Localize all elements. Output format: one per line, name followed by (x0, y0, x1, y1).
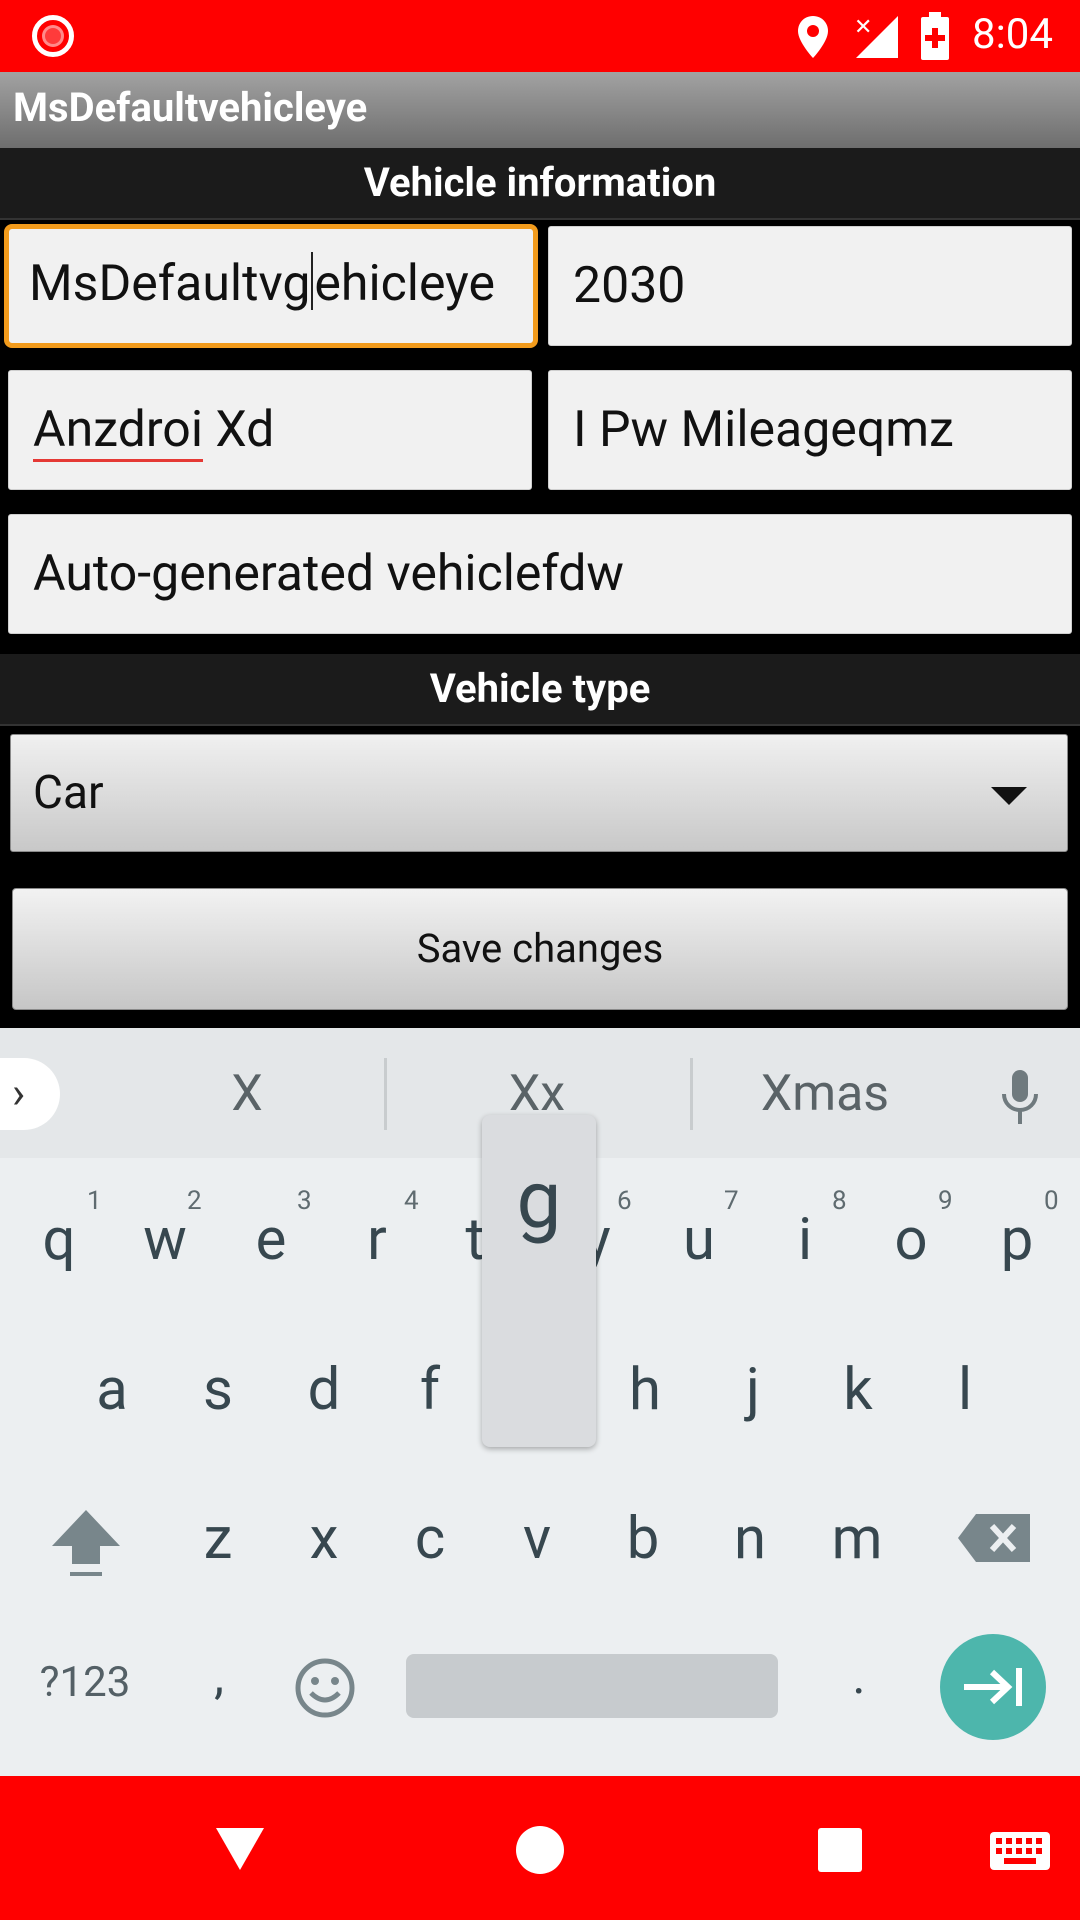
key-h[interactable]: h (600, 1356, 690, 1424)
recents-icon[interactable] (816, 1826, 864, 1874)
key-r[interactable]: r (332, 1206, 422, 1274)
key-o[interactable]: o (866, 1206, 956, 1274)
tab-next-icon (964, 1668, 1022, 1706)
suggestion-3[interactable]: Xmas (680, 1065, 970, 1123)
home-icon[interactable] (514, 1824, 566, 1876)
keyboard-switch-icon[interactable] (988, 1830, 1052, 1872)
key-z[interactable]: z (173, 1505, 263, 1573)
backspace-icon[interactable] (956, 1510, 1032, 1566)
app-bar: MsDefaultvehicleye (0, 72, 1080, 148)
vehicle-name-field[interactable]: MsDefaultvgehicleye (4, 224, 538, 348)
key-m[interactable]: m (812, 1505, 902, 1573)
key-x[interactable]: x (279, 1505, 369, 1573)
key-p[interactable]: p (972, 1206, 1062, 1274)
signal-icon: ✕ (854, 14, 898, 58)
suggestion-1[interactable]: X (102, 1065, 392, 1123)
key-l[interactable]: l (920, 1356, 1010, 1424)
key-w[interactable]: w (120, 1206, 210, 1274)
vehicle-name-text: MsDefaultvg (29, 255, 311, 313)
suggestion-divider (384, 1058, 387, 1130)
vehicle-type-dropdown[interactable]: Car (10, 734, 1068, 852)
status-bar (0, 0, 1080, 72)
status-time: 8:04 (972, 10, 1053, 59)
location-icon (798, 16, 828, 58)
key-preview-popup: g (482, 1115, 596, 1447)
key-c[interactable]: c (385, 1505, 475, 1573)
key-i[interactable]: i (760, 1206, 850, 1274)
symbols-key[interactable]: ?123 (30, 1658, 140, 1707)
emoji-icon[interactable] (294, 1657, 356, 1719)
key-n[interactable]: n (705, 1505, 795, 1573)
microphone-icon[interactable] (998, 1068, 1042, 1128)
key-j[interactable]: j (708, 1356, 798, 1424)
key-period[interactable]: . (814, 1648, 904, 1706)
back-icon[interactable] (214, 1824, 266, 1872)
spacebar[interactable] (406, 1654, 778, 1718)
year-field[interactable]: 2030 (548, 226, 1072, 346)
key-q[interactable]: q (14, 1206, 104, 1274)
description-text: Auto-generated vehiclefdw (33, 545, 624, 603)
year-text: 2030 (573, 257, 686, 315)
description-field[interactable]: Auto-generated vehiclefdw (8, 514, 1072, 634)
screen-record-icon (32, 15, 74, 57)
key-b[interactable]: b (598, 1505, 688, 1573)
section-header-vehicle-type: Vehicle type (0, 654, 1080, 726)
key-s[interactable]: s (173, 1356, 263, 1424)
key-u[interactable]: u (654, 1206, 744, 1274)
next-button[interactable] (940, 1634, 1046, 1740)
battery-icon (921, 12, 949, 60)
make-model-text: Xd (202, 401, 275, 459)
section-header-vehicle-info: Vehicle information (0, 148, 1080, 220)
key-a[interactable]: a (67, 1356, 157, 1424)
vehicle-type-selected: Car (33, 766, 104, 820)
svg-text:✕: ✕ (854, 14, 872, 39)
key-e[interactable]: e (226, 1206, 316, 1274)
mileage-text: I Pw Mileageqmz (573, 401, 954, 459)
key-v[interactable]: v (492, 1505, 582, 1573)
vehicle-name-text-rest: ehicleye (314, 255, 496, 313)
spellcheck-word: Anzdroi (33, 401, 203, 462)
key-comma[interactable]: , (174, 1648, 264, 1706)
mileage-field[interactable]: I Pw Mileageqmz (548, 370, 1072, 490)
app-title: MsDefaultvehicleye (13, 84, 368, 131)
save-changes-button[interactable]: Save changes (12, 888, 1068, 1010)
make-model-field[interactable]: Anzdroi Xd (8, 370, 532, 490)
shift-icon[interactable] (48, 1506, 124, 1582)
key-k[interactable]: k (813, 1356, 903, 1424)
dropdown-arrow-icon (991, 787, 1027, 805)
key-d[interactable]: d (279, 1356, 369, 1424)
key-f[interactable]: f (385, 1356, 475, 1424)
